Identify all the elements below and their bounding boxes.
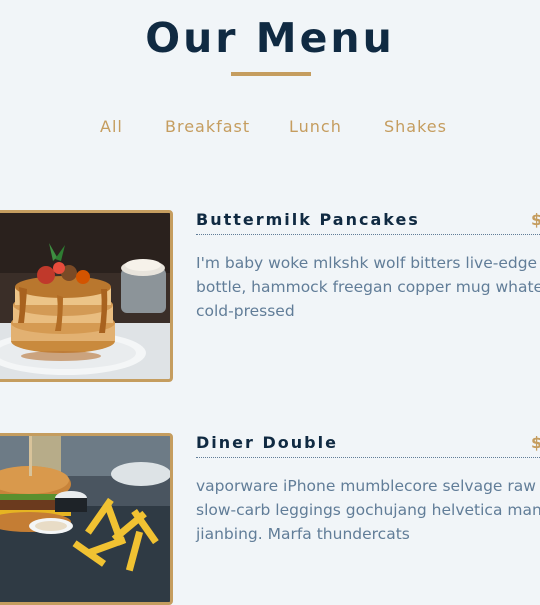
filter-breakfast-button[interactable]: Breakfast [165, 116, 250, 138]
title-underline [231, 72, 311, 76]
item-name: Diner Double [196, 433, 338, 452]
item-price: $ [531, 210, 540, 229]
filter-shakes-button[interactable]: Shakes [384, 116, 447, 138]
page-title: Our Menu [145, 14, 395, 62]
menu-item: Diner Double $ vaporware iPhone mumbleco… [0, 433, 540, 605]
category-filter-bar: All Breakfast Lunch Shakes [0, 116, 540, 140]
burger-photo [0, 433, 173, 605]
menu-item: Buttermilk Pancakes $ I'm baby woke mlks… [0, 210, 540, 390]
filter-all-button[interactable]: All [100, 116, 123, 138]
item-header: Buttermilk Pancakes $ [196, 210, 540, 235]
item-price: $ [531, 433, 540, 452]
item-header: Diner Double $ [196, 433, 540, 458]
filter-lunch-button[interactable]: Lunch [289, 116, 342, 138]
item-name: Buttermilk Pancakes [196, 210, 420, 229]
pancakes-photo [0, 210, 173, 382]
item-description: I'm baby woke mlkshk wolf bitters live-e… [196, 254, 540, 320]
item-description: vaporware iPhone mumblecore selvage raw … [196, 477, 540, 543]
